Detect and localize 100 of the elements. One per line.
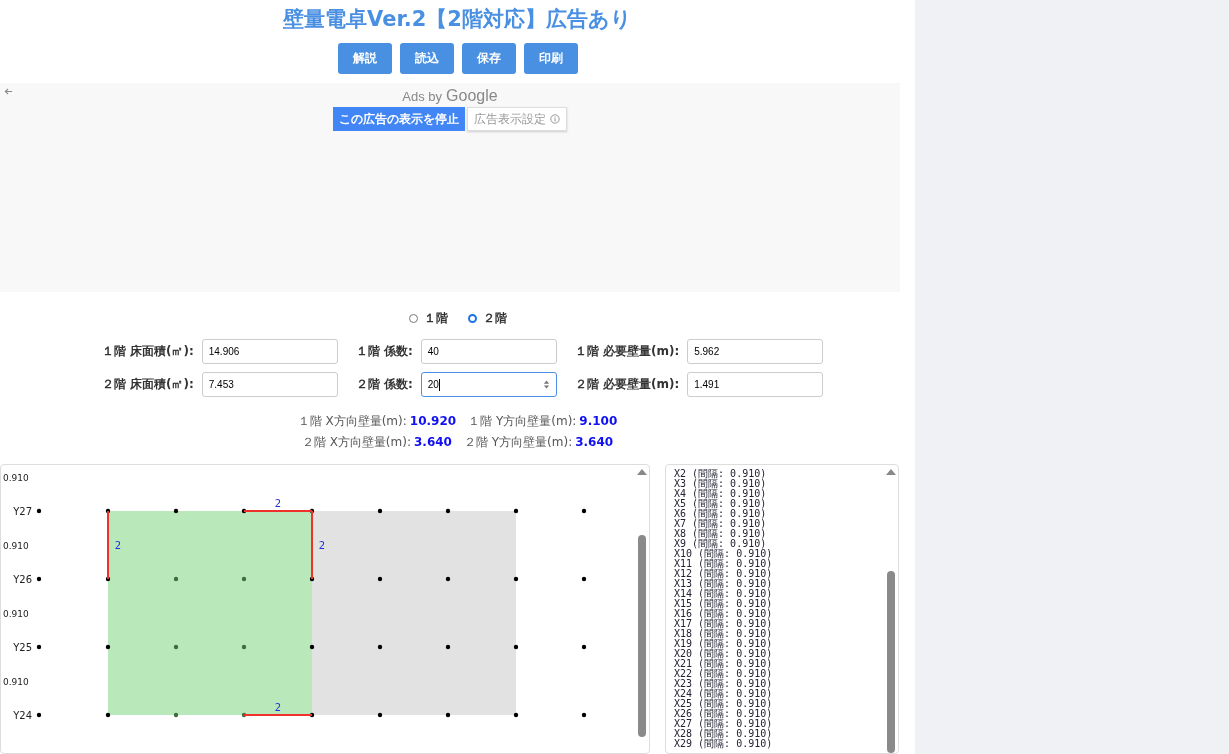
wall-count: 2	[274, 702, 282, 713]
input-field[interactable]: 1.491	[687, 372, 824, 397]
scrollbar[interactable]	[886, 469, 896, 753]
input-field[interactable]: 40	[420, 339, 557, 364]
field-label: １階 係数:	[355, 343, 413, 360]
grid-point[interactable]	[309, 644, 315, 650]
grid-point	[36, 576, 42, 582]
grid-list-item[interactable]: X4 (間隔: 0.910)	[674, 489, 886, 499]
grid-list-item[interactable]: X10 (間隔: 0.910)	[674, 549, 886, 559]
field-label: １階 必要壁量(m):	[574, 343, 680, 360]
grid-point	[36, 712, 42, 718]
grid-point[interactable]	[581, 712, 587, 718]
row-label: Y26	[13, 574, 32, 585]
grid-list-item[interactable]: X23 (間隔: 0.910)	[674, 679, 886, 689]
grid-point[interactable]	[105, 644, 111, 650]
grid-point[interactable]	[241, 712, 247, 718]
grid-list-item[interactable]: X7 (間隔: 0.910)	[674, 519, 886, 529]
grid-point[interactable]	[445, 712, 451, 718]
field-label: ２階 係数:	[355, 376, 413, 393]
grid-list-item[interactable]: X26 (間隔: 0.910)	[674, 709, 886, 719]
field-label: ２階 必要壁量(m):	[574, 376, 680, 393]
info-icon	[550, 114, 560, 124]
grid-list-item[interactable]: X5 (間隔: 0.910)	[674, 499, 886, 509]
grid-list-item[interactable]: X6 (間隔: 0.910)	[674, 509, 886, 519]
grid-list-item[interactable]: X17 (間隔: 0.910)	[674, 619, 886, 629]
grid-point[interactable]	[513, 576, 519, 582]
grid-list-item[interactable]: X21 (間隔: 0.910)	[674, 659, 886, 669]
grid-point[interactable]	[377, 576, 383, 582]
grid-point[interactable]	[241, 508, 247, 514]
input-field[interactable]: 20	[420, 372, 557, 397]
spacing-label: 0.910	[3, 677, 29, 687]
input-field[interactable]: 14.906	[201, 339, 338, 364]
result-value: 3.640	[575, 435, 614, 449]
grid-list-item[interactable]: X29 (間隔: 0.910)	[674, 739, 886, 749]
grid-point[interactable]	[445, 508, 451, 514]
grid-point[interactable]	[105, 576, 111, 582]
wall-count: 2	[114, 540, 122, 551]
grid-point[interactable]	[173, 712, 179, 718]
grid-list-item[interactable]: X2 (間隔: 0.910)	[674, 469, 886, 479]
grid-point[interactable]	[513, 712, 519, 718]
grid-point[interactable]	[581, 644, 587, 650]
wall-line[interactable]	[107, 510, 109, 580]
page-title: 壁量電卓Ver.2【2階対応】広告あり	[283, 6, 632, 33]
row-label: Y24	[13, 710, 32, 721]
grid-point	[36, 644, 42, 650]
grid-point[interactable]	[581, 508, 587, 514]
result-label: １階 Y方向壁量(m):	[468, 414, 577, 428]
grid-point[interactable]	[377, 508, 383, 514]
grid-point[interactable]	[309, 712, 315, 718]
row-label: Y27	[13, 506, 32, 517]
field-label: ２階 床面積(㎡):	[101, 376, 194, 393]
brand-logo: Google	[446, 87, 498, 105]
result-label: ２階 X方向壁量(m):	[301, 435, 411, 449]
back-arrow-icon[interactable]	[4, 87, 13, 96]
grid-point[interactable]	[581, 576, 587, 582]
grid-list-item[interactable]: X16 (間隔: 0.910)	[674, 609, 886, 619]
grid-list-item[interactable]: X28 (間隔: 0.910)	[674, 729, 886, 739]
grid-point[interactable]	[445, 644, 451, 650]
radio-button[interactable]	[467, 314, 477, 323]
grid-list-item[interactable]: X25 (間隔: 0.910)	[674, 699, 886, 709]
grid-list-item[interactable]: X9 (間隔: 0.910)	[674, 539, 886, 549]
stop-ad-button[interactable]: この広告の表示を停止	[333, 107, 465, 131]
grid-list-item[interactable]: X24 (間隔: 0.910)	[674, 689, 886, 699]
grid-list-item[interactable]: X3 (間隔: 0.910)	[674, 479, 886, 489]
radio-label[interactable]: ２階	[482, 310, 507, 327]
input-field[interactable]: 5.962	[687, 339, 824, 364]
spacing-label: 0.910	[3, 473, 29, 483]
grid-list-item[interactable]: X13 (間隔: 0.910)	[674, 579, 886, 589]
grid-list-item[interactable]: X19 (間隔: 0.910)	[674, 639, 886, 649]
result-value: 10.920	[409, 414, 457, 428]
grid-list-item[interactable]: X12 (間隔: 0.910)	[674, 569, 886, 579]
grid-point[interactable]	[513, 644, 519, 650]
input-field[interactable]: 7.453	[201, 372, 338, 397]
grid-point[interactable]	[513, 508, 519, 514]
grid-point[interactable]	[173, 508, 179, 514]
grid-list-item[interactable]: X15 (間隔: 0.910)	[674, 599, 886, 609]
grid-point[interactable]	[377, 712, 383, 718]
grid-point[interactable]	[377, 644, 383, 650]
row-label: Y25	[13, 642, 32, 653]
grid-point[interactable]	[309, 576, 315, 582]
grid-list-item[interactable]: X27 (間隔: 0.910)	[674, 719, 886, 729]
grid-list-item[interactable]: X22 (間隔: 0.910)	[674, 669, 886, 679]
wall-count: 2	[318, 540, 326, 551]
result-value: 3.640	[413, 435, 452, 449]
grid-list-item[interactable]: X18 (間隔: 0.910)	[674, 629, 886, 639]
grid-list-item[interactable]: X11 (間隔: 0.910)	[674, 559, 886, 569]
result-label: ２階 Y方向壁量(m):	[463, 435, 573, 449]
grid-list-item[interactable]: X20 (間隔: 0.910)	[674, 649, 886, 659]
grid-list-item[interactable]: X14 (間隔: 0.910)	[674, 589, 886, 599]
grid-point[interactable]	[105, 712, 111, 718]
result-label: １階 X方向壁量(m):	[297, 414, 407, 428]
grid-point	[36, 508, 42, 514]
grid-list-item[interactable]: X8 (間隔: 0.910)	[674, 529, 886, 539]
grid-point[interactable]	[309, 508, 315, 514]
spacing-label: 0.910	[3, 609, 29, 619]
radio-label[interactable]: １階	[423, 310, 448, 327]
grid-point[interactable]	[445, 576, 451, 582]
field-label: １階 床面積(㎡):	[101, 343, 194, 360]
grid-point[interactable]	[105, 508, 111, 514]
spinner-icon[interactable]	[542, 379, 550, 390]
